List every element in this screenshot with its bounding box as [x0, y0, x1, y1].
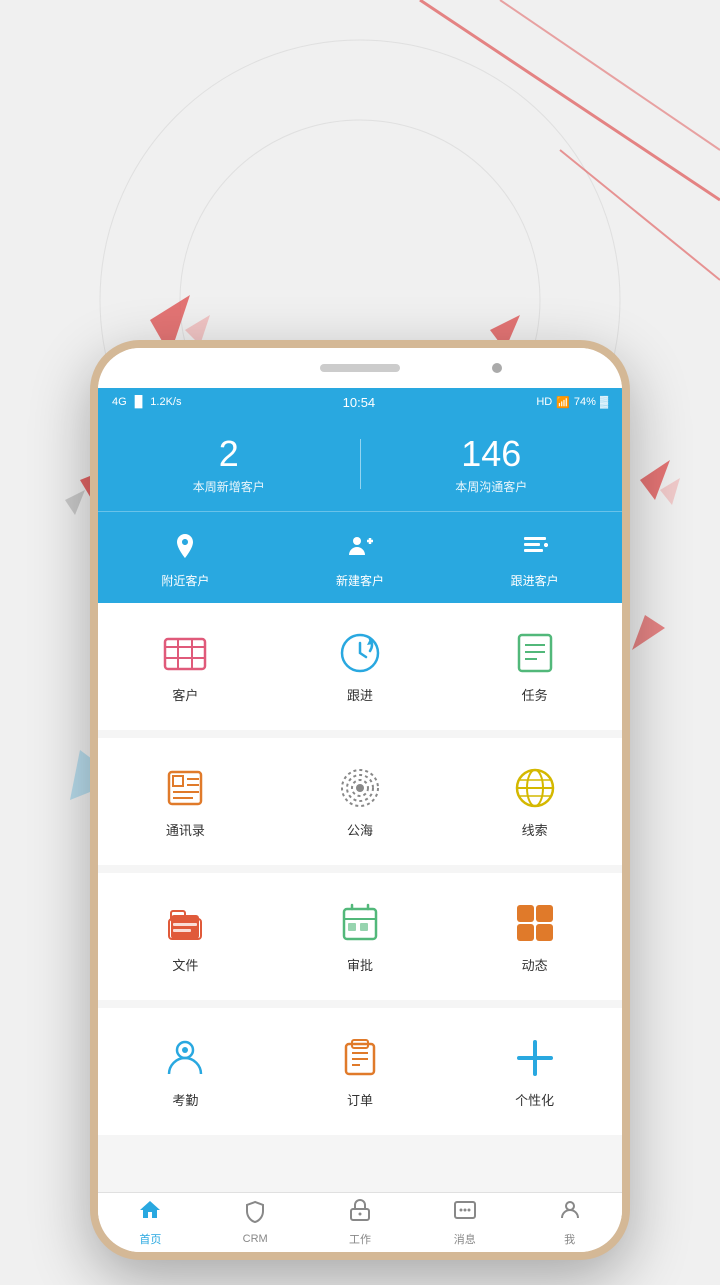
dynamic-label: 动态 — [522, 955, 548, 974]
quick-actions-row: 附近客户 新建客户 — [98, 512, 622, 603]
grid-item-dynamic[interactable]: 动态 — [447, 893, 622, 980]
speed-indicator: 1.2K/s — [150, 396, 181, 408]
stat-new-customers: 2 本周新增客户 — [98, 434, 360, 495]
quick-action-nearby[interactable]: 附近客户 — [161, 526, 209, 589]
status-bar: 4G ▐▌ 1.2K/s 10:54 HD 📶 74% ▓ — [98, 388, 622, 416]
grid-item-file[interactable]: 文件 — [98, 893, 273, 980]
grid-row-1: 客户 跟进 — [98, 613, 622, 720]
sea-label: 公海 — [347, 820, 373, 839]
battery-icon: ▓ — [600, 396, 608, 408]
app-body: 客户 跟进 — [98, 603, 622, 1239]
order-label: 订单 — [347, 1090, 373, 1109]
status-time: 10:54 — [343, 395, 376, 410]
task-label: 任务 — [522, 685, 548, 704]
grid-item-order[interactable]: 订单 — [273, 1028, 448, 1115]
approval-icon — [336, 899, 384, 947]
stats-row: 2 本周新增客户 146 本周沟通客户 — [98, 434, 622, 512]
nearby-label: 附近客户 — [161, 572, 209, 589]
nav-item-work[interactable]: 工作 — [308, 1198, 413, 1247]
phone-camera — [492, 363, 502, 373]
new-customer-label: 新建客户 — [336, 572, 384, 589]
stat-new-number: 2 — [98, 434, 360, 474]
grid-row-4: 考勤 订单 — [98, 1018, 622, 1125]
grid-section-2: 通讯录 公海 — [98, 738, 622, 865]
grid-row-3: 文件 审批 — [98, 883, 622, 990]
phone-speaker — [320, 364, 400, 372]
new-customer-icon — [340, 526, 380, 566]
home-nav-icon — [138, 1198, 162, 1228]
stat-new-label: 本周新增客户 — [98, 478, 360, 495]
hd-badge: HD — [536, 396, 552, 408]
approval-label: 审批 — [347, 955, 373, 974]
order-icon — [336, 1034, 384, 1082]
header-section: 2 本周新增客户 146 本周沟通客户 附近客户 — [98, 416, 622, 603]
phone-top-bar — [98, 348, 622, 388]
bottom-nav: 首页 CRM 工作 — [98, 1192, 622, 1252]
grid-section-1: 客户 跟进 — [98, 603, 622, 730]
task-icon — [511, 629, 559, 677]
followup-icon — [336, 629, 384, 677]
quick-action-followup[interactable]: 跟进客户 — [511, 526, 559, 589]
grid-item-sea[interactable]: 公海 — [273, 758, 448, 845]
phone-frame: 4G ▐▌ 1.2K/s 10:54 HD 📶 74% ▓ 2 本周新增客户 1… — [90, 340, 630, 1260]
file-label: 文件 — [172, 955, 198, 974]
stat-contacted-customers: 146 本周沟通客户 — [361, 434, 623, 495]
followup-label: 跟进 — [347, 685, 373, 704]
grid-item-contacts[interactable]: 通讯录 — [98, 758, 273, 845]
grid-item-task[interactable]: 任务 — [447, 623, 622, 710]
wifi-icon: 📶 — [556, 396, 570, 409]
leads-label: 线索 — [522, 820, 548, 839]
work-nav-icon — [348, 1198, 372, 1228]
contacts-label: 通讯录 — [166, 820, 205, 839]
followup-customer-icon — [515, 526, 555, 566]
customer-icon — [161, 629, 209, 677]
grid-row-2: 通讯录 公海 — [98, 748, 622, 855]
attendance-icon — [161, 1034, 209, 1082]
status-right: HD 📶 74% ▓ — [536, 396, 608, 409]
home-nav-label: 首页 — [139, 1231, 161, 1247]
crm-nav-label: CRM — [243, 1233, 268, 1245]
network-indicator: 4G — [112, 396, 127, 408]
dynamic-icon — [511, 899, 559, 947]
nearby-icon — [165, 526, 205, 566]
contacts-icon — [161, 764, 209, 812]
leads-icon — [511, 764, 559, 812]
me-nav-label: 我 — [564, 1231, 575, 1247]
status-left: 4G ▐▌ 1.2K/s — [112, 396, 181, 408]
nav-item-me[interactable]: 我 — [517, 1198, 622, 1247]
grid-section-3: 文件 审批 — [98, 873, 622, 1000]
work-nav-label: 工作 — [349, 1231, 371, 1247]
crm-nav-icon — [243, 1200, 267, 1230]
attendance-label: 考勤 — [172, 1090, 198, 1109]
nav-item-message[interactable]: 消息 — [412, 1198, 517, 1247]
followup-label: 跟进客户 — [511, 572, 559, 589]
signal-bars: ▐▌ — [131, 396, 147, 408]
stat-contacted-number: 146 — [361, 434, 623, 474]
stat-contacted-label: 本周沟通客户 — [361, 478, 623, 495]
file-icon — [161, 899, 209, 947]
personalize-label: 个性化 — [515, 1090, 554, 1109]
quick-action-new[interactable]: 新建客户 — [336, 526, 384, 589]
nav-item-home[interactable]: 首页 — [98, 1198, 203, 1247]
grid-item-followup[interactable]: 跟进 — [273, 623, 448, 710]
grid-item-leads[interactable]: 线索 — [447, 758, 622, 845]
grid-section-4: 考勤 订单 — [98, 1008, 622, 1135]
nav-item-crm[interactable]: CRM — [203, 1200, 308, 1245]
grid-item-personalize[interactable]: 个性化 — [447, 1028, 622, 1115]
grid-item-approval[interactable]: 审批 — [273, 893, 448, 980]
me-nav-icon — [558, 1198, 582, 1228]
message-nav-icon — [453, 1198, 477, 1228]
customer-label: 客户 — [172, 685, 198, 704]
message-nav-label: 消息 — [454, 1231, 476, 1247]
personalize-icon — [511, 1034, 559, 1082]
grid-item-customer[interactable]: 客户 — [98, 623, 273, 710]
grid-item-attendance[interactable]: 考勤 — [98, 1028, 273, 1115]
sea-icon — [336, 764, 384, 812]
battery-percent: 74% — [574, 396, 596, 408]
